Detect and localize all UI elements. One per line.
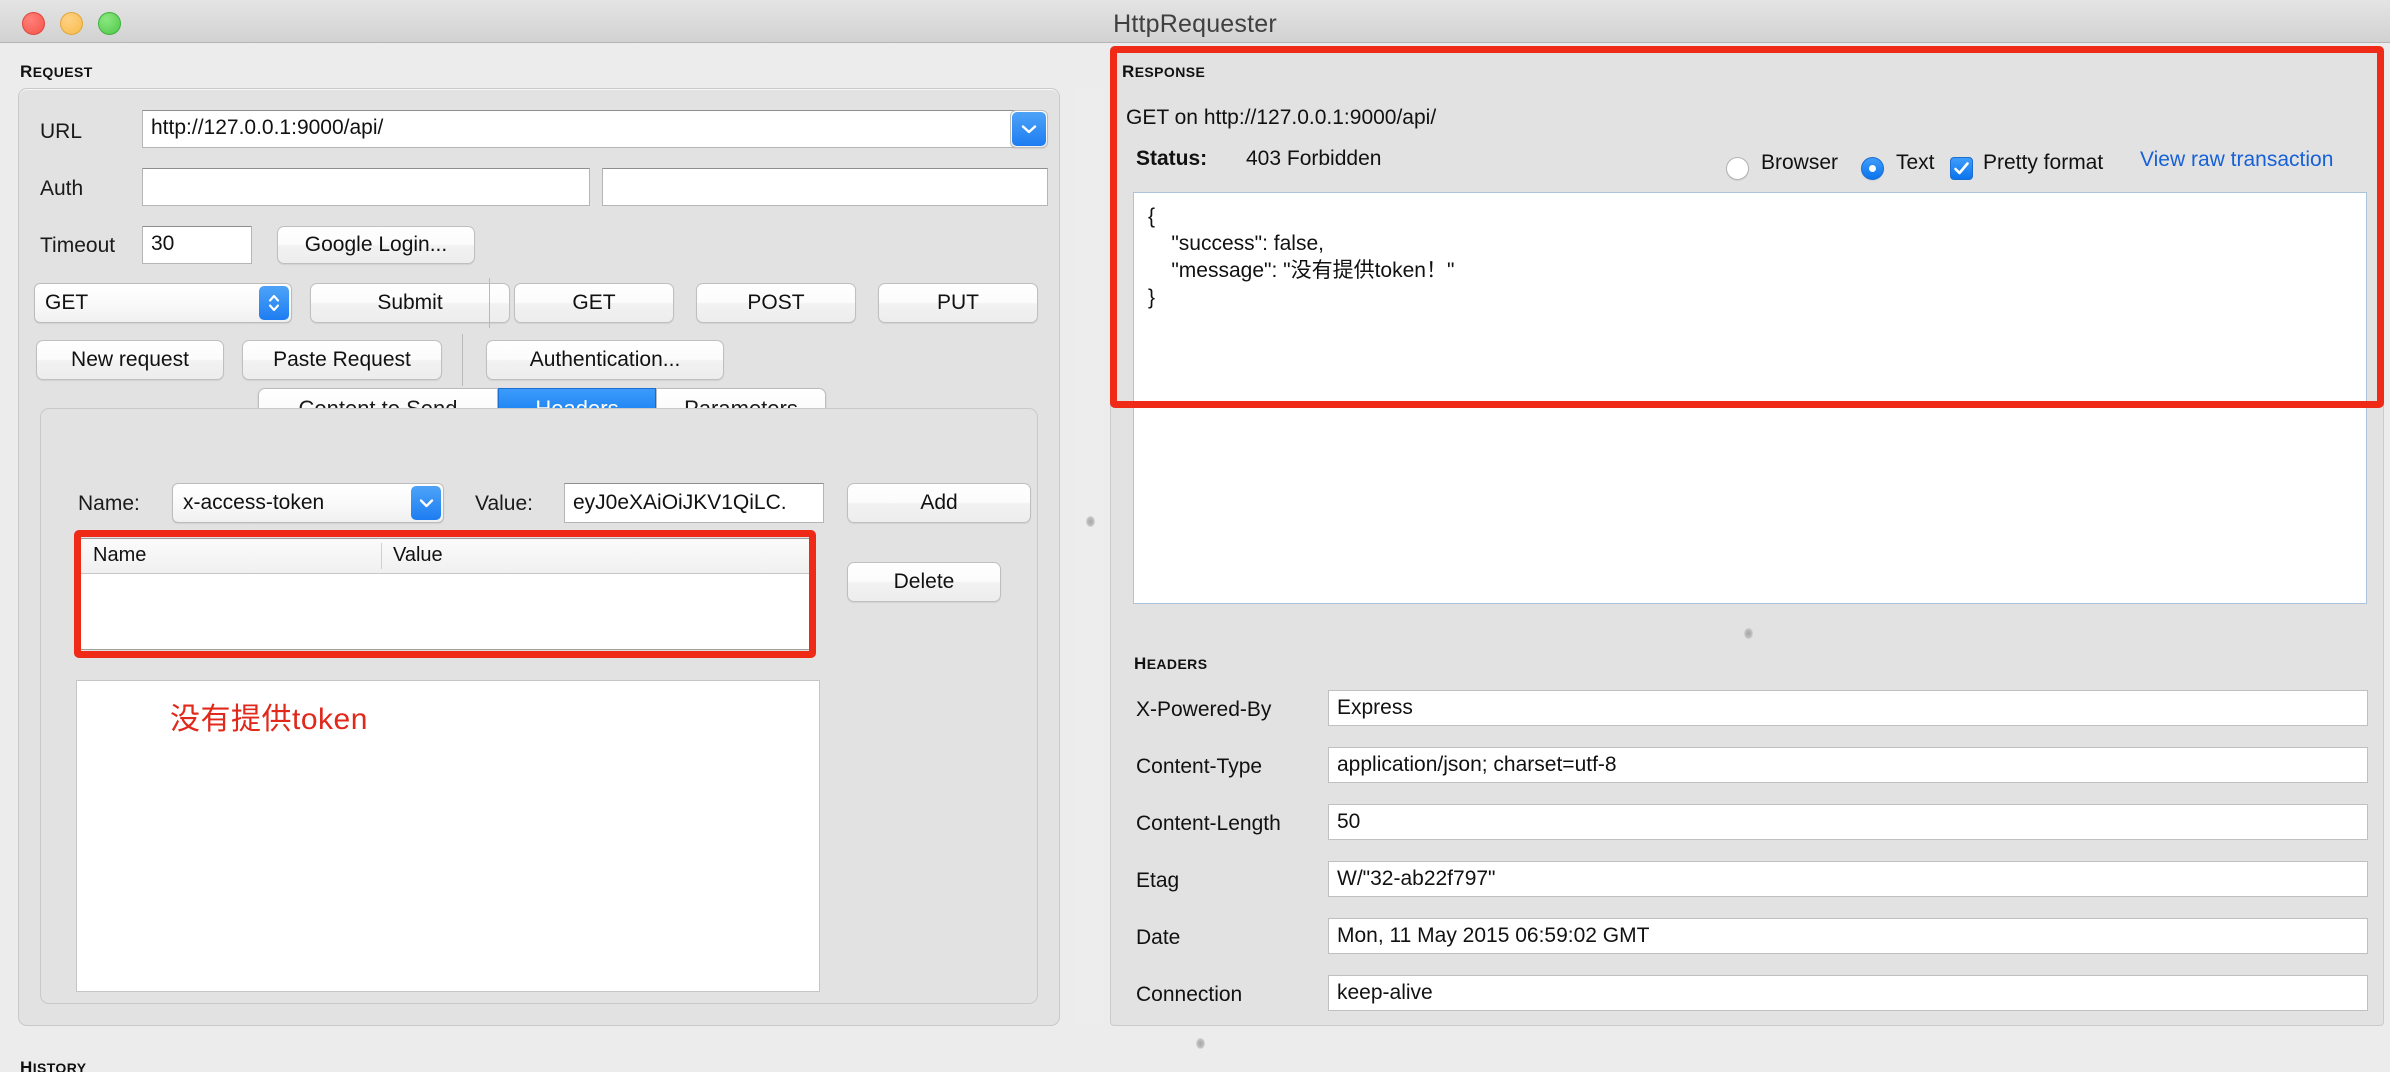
header-label-content-length: Content-Length	[1136, 812, 1281, 835]
request-section-title: Request	[20, 56, 93, 83]
actions-divider	[462, 334, 463, 386]
header-label-date: Date	[1136, 926, 1181, 949]
quick-get-button[interactable]: GET	[514, 283, 674, 323]
horizontal-splitter[interactable]	[1076, 88, 1104, 1024]
column-header-name: Name	[93, 544, 147, 566]
method-select-value: GET	[45, 291, 89, 314]
google-login-button[interactable]: Google Login...	[277, 226, 475, 264]
header-value-content-length[interactable]: 50	[1328, 804, 2368, 840]
bottom-splitter-grip-icon[interactable]	[1196, 1038, 1205, 1049]
radio-text-label: Text	[1896, 151, 1935, 174]
url-history-dropdown[interactable]	[1010, 110, 1048, 148]
annotation-note-text: 没有提供token	[170, 703, 368, 736]
pretty-format-label: Pretty format	[1983, 151, 2104, 174]
header-label-connection: Connection	[1136, 983, 1243, 1006]
header-name-value: x-access-token	[183, 491, 325, 514]
response-body-text: { "success": false, "message": "没有提供toke…	[1148, 205, 1455, 309]
response-request-line: GET on http://127.0.0.1:9000/api/	[1126, 106, 1437, 129]
header-label-etag: Etag	[1136, 869, 1180, 892]
column-divider[interactable]	[381, 543, 382, 569]
paste-request-button[interactable]: Paste Request	[242, 340, 442, 380]
auth-password-input[interactable]	[602, 168, 1048, 206]
header-value-etag[interactable]: W/"32-ab22f797"	[1328, 861, 2368, 897]
response-section-title: Response	[1122, 56, 1206, 83]
window-title: HttpRequester	[1113, 10, 1277, 38]
pretty-format-checkbox[interactable]	[1950, 157, 1973, 180]
header-label-content-type: Content-Type	[1136, 755, 1263, 778]
radio-text[interactable]	[1861, 157, 1884, 180]
chevron-down-icon	[1012, 112, 1046, 146]
window-titlebar: HttpRequester	[0, 0, 2390, 43]
authentication-button[interactable]: Authentication...	[486, 340, 724, 380]
submit-button[interactable]: Submit	[310, 283, 510, 323]
response-status-label: Status:	[1136, 147, 1208, 170]
chevron-down-icon	[411, 486, 441, 520]
response-headers-title: Headers	[1134, 648, 1208, 675]
headers-table-header: Name Value	[81, 539, 809, 574]
radio-browser[interactable]	[1726, 157, 1749, 180]
timeout-input[interactable]: 30	[142, 226, 252, 264]
check-icon	[1954, 162, 1969, 175]
url-label: URL	[40, 120, 83, 143]
quick-put-button[interactable]: PUT	[878, 283, 1038, 323]
header-value-x-powered-by[interactable]: Express	[1328, 690, 2368, 726]
header-label-x-powered-by: X-Powered-By	[1136, 698, 1272, 721]
response-body-view[interactable]: { "success": false, "message": "没有提供toke…	[1133, 192, 2367, 604]
splitter-grip-icon	[1086, 516, 1095, 527]
headers-table[interactable]: Name Value	[80, 538, 810, 650]
header-value-label: Value:	[475, 492, 533, 515]
stepper-arrows-icon	[259, 286, 289, 320]
response-splitter-grip-icon[interactable]	[1744, 628, 1753, 639]
timeout-label: Timeout	[40, 234, 116, 257]
header-value-date[interactable]: Mon, 11 May 2015 06:59:02 GMT	[1328, 918, 2368, 954]
toolbar-divider	[489, 278, 490, 328]
header-name-label: Name:	[78, 492, 140, 515]
method-select[interactable]: GET	[34, 283, 292, 323]
header-value-connection[interactable]: keep-alive	[1328, 975, 2368, 1011]
header-name-select[interactable]: x-access-token	[172, 483, 444, 523]
new-request-button[interactable]: New request	[36, 340, 224, 380]
header-value-input[interactable]: eyJ0eXAiOiJKV1QiLC.	[564, 483, 824, 523]
radio-browser-label: Browser	[1761, 151, 1839, 174]
view-raw-transaction-link[interactable]: View raw transaction	[2140, 148, 2333, 172]
quick-post-button[interactable]: POST	[696, 283, 856, 323]
auth-label: Auth	[40, 177, 84, 200]
url-input[interactable]: http://127.0.0.1:9000/api/	[142, 110, 1040, 148]
delete-header-button[interactable]: Delete	[847, 562, 1001, 602]
history-section-title: History	[20, 1052, 87, 1072]
add-header-button[interactable]: Add	[847, 483, 1031, 523]
header-value-content-type[interactable]: application/json; charset=utf-8	[1328, 747, 2368, 783]
auth-username-input[interactable]	[142, 168, 590, 206]
app-window: HttpRequester Request URL http://127.0.0…	[0, 0, 2390, 1072]
column-header-value: Value	[393, 544, 443, 566]
table-top-rule	[80, 532, 810, 534]
response-status-value: 403 Forbidden	[1246, 147, 1382, 170]
